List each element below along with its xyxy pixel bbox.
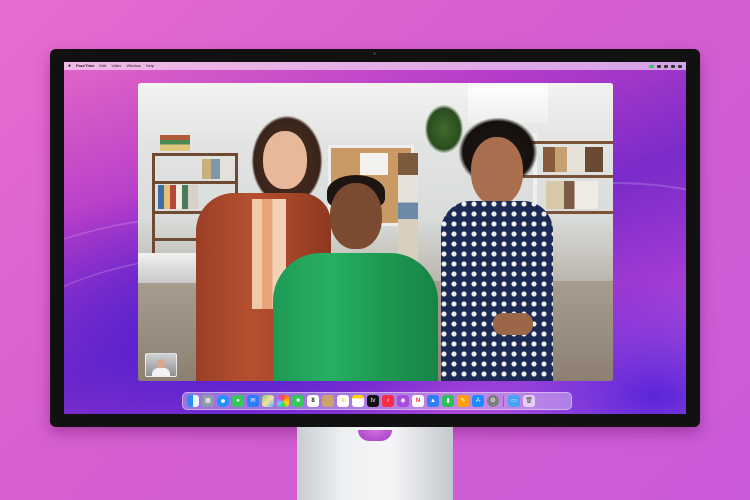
dock: ▦ ● ✉ ■ 8 ≡ tv ♪ ◉ N ▲ ▮ ✎ A ⚙ ▭ 🗑 xyxy=(182,392,572,410)
facetime-icon[interactable]: ■ xyxy=(292,395,304,407)
music-icon[interactable]: ♪ xyxy=(382,395,394,407)
apple-menu-icon[interactable]: ● xyxy=(68,62,71,70)
participant-navy-shirt xyxy=(441,201,553,381)
launchpad-icon[interactable]: ▦ xyxy=(202,395,214,407)
numbers-icon[interactable]: ▮ xyxy=(442,395,454,407)
participant-green-shirt xyxy=(273,253,438,381)
keynote-icon[interactable]: ▲ xyxy=(427,395,439,407)
menu-item-window[interactable]: Window xyxy=(127,62,141,70)
app-store-icon[interactable]: A xyxy=(472,395,484,407)
battery-icon[interactable] xyxy=(671,64,675,68)
self-view-thumbnail[interactable] xyxy=(145,353,177,377)
control-center-icon[interactable] xyxy=(657,64,661,68)
messages-icon[interactable]: ● xyxy=(232,395,244,407)
reminders-icon[interactable]: ≡ xyxy=(337,395,349,407)
tv-icon[interactable]: tv xyxy=(367,395,379,407)
photos-icon[interactable] xyxy=(277,395,289,407)
screen-sharing-icon[interactable]: ▭ xyxy=(508,395,520,407)
camera-in-use-icon[interactable] xyxy=(649,64,654,68)
menu-item-help[interactable]: Help xyxy=(146,62,154,70)
books xyxy=(160,135,190,151)
menu-app-name[interactable]: FaceTime xyxy=(76,62,94,70)
menu-item-video[interactable]: Video xyxy=(111,62,121,70)
dock-separator xyxy=(503,395,504,407)
facetime-video-window[interactable] xyxy=(138,83,613,381)
contacts-icon[interactable] xyxy=(322,395,334,407)
display-camera xyxy=(373,52,376,55)
self-view-body xyxy=(152,368,170,376)
pages-icon[interactable]: ✎ xyxy=(457,395,469,407)
mail-icon[interactable]: ✉ xyxy=(247,395,259,407)
participant-right xyxy=(433,83,563,381)
participant-center xyxy=(273,83,438,381)
menu-item-edit[interactable]: Edit xyxy=(99,62,106,70)
safari-icon[interactable] xyxy=(217,395,229,407)
calendar-icon[interactable]: 8 xyxy=(307,395,319,407)
participant-arm xyxy=(493,313,533,335)
podcasts-icon[interactable]: ◉ xyxy=(397,395,409,407)
maps-icon[interactable] xyxy=(262,395,274,407)
books xyxy=(158,185,198,209)
system-preferences-icon[interactable]: ⚙ xyxy=(487,395,499,407)
participant-face xyxy=(330,183,382,249)
participant-face xyxy=(471,137,523,205)
wifi-icon[interactable] xyxy=(664,64,668,68)
studio-display: ● FaceTime Edit Video Window Help ▦ ● ✉ … xyxy=(50,49,700,427)
siri-icon[interactable] xyxy=(678,64,682,68)
menu-extras xyxy=(649,62,682,70)
news-icon[interactable]: N xyxy=(412,395,424,407)
notes-icon[interactable] xyxy=(352,395,364,407)
desktop-screen: ● FaceTime Edit Video Window Help ▦ ● ✉ … xyxy=(64,62,686,414)
menu-bar: ● FaceTime Edit Video Window Help xyxy=(64,62,686,70)
finder-icon[interactable] xyxy=(187,395,199,407)
trash-icon[interactable]: 🗑 xyxy=(523,395,535,407)
